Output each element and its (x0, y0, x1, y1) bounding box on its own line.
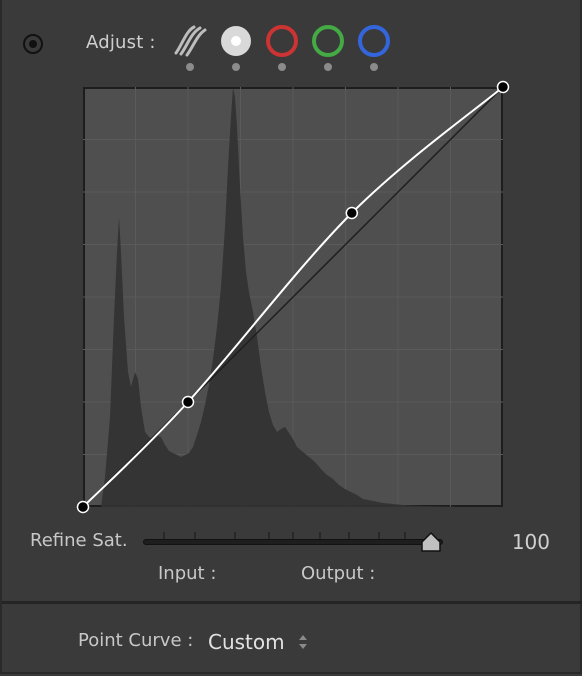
parametric-curve-icon[interactable] (172, 23, 208, 59)
target-adjustment-icon[interactable] (22, 33, 44, 55)
point-curve-dropdown[interactable]: Custom (208, 628, 309, 656)
rgb-channel-icon[interactable] (218, 23, 254, 59)
adjust-label: Adjust : (86, 32, 156, 53)
tone-curve-canvas[interactable] (76, 80, 510, 514)
red-channel-icon[interactable] (264, 23, 300, 59)
section-divider (2, 601, 582, 604)
channel-indicator-dot (324, 63, 332, 71)
output-readout-label: Output : (301, 563, 376, 584)
up-down-arrows-icon (298, 635, 307, 649)
green-channel-icon[interactable] (310, 23, 346, 59)
refine-saturation-label: Refine Sat. (30, 530, 128, 551)
blue-channel-icon[interactable] (356, 23, 392, 59)
curve-control-point[interactable] (181, 395, 195, 409)
input-readout-label: Input : (158, 563, 217, 584)
curve-control-point[interactable] (496, 80, 510, 94)
curve-control-point[interactable] (345, 206, 359, 220)
refine-saturation-slider[interactable] (143, 539, 443, 545)
point-curve-value: Custom (208, 630, 285, 654)
point-curve-label: Point Curve : (78, 630, 194, 651)
channel-indicator-dot (232, 63, 240, 71)
refine-saturation-value[interactable]: 100 (512, 530, 550, 554)
channel-indicator-dot (186, 63, 194, 71)
refine-saturation-slider-thumb[interactable] (419, 531, 443, 555)
curve-control-point[interactable] (76, 500, 90, 514)
channel-indicator-dot (278, 63, 286, 71)
channel-indicator-dot (370, 63, 378, 71)
tone-curve-panel: Adjust : Refine Sat. 100 Input: Output … (0, 0, 582, 674)
